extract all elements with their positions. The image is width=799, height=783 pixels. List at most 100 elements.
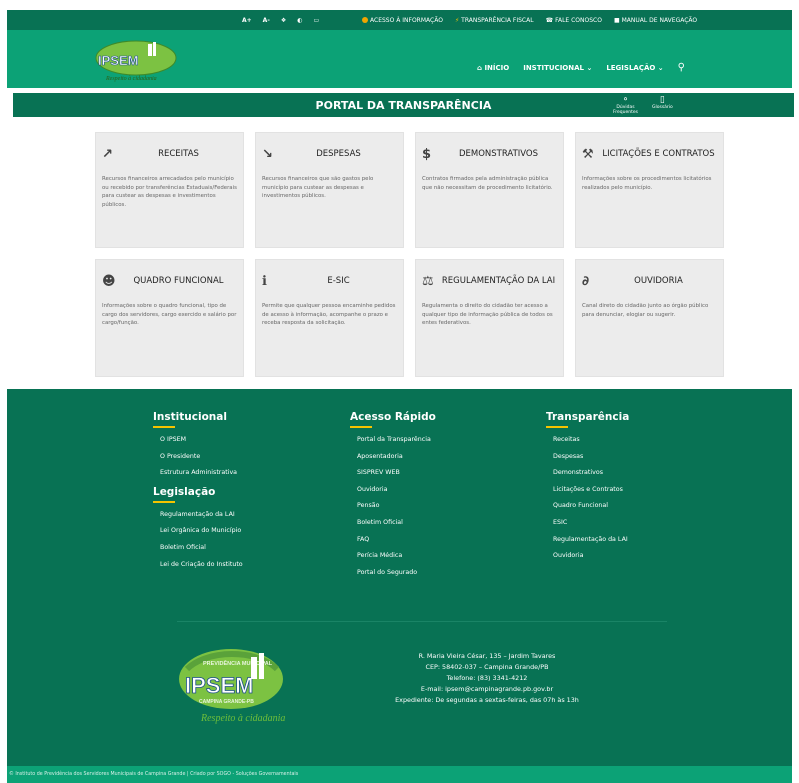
- address-phone: Telefone: (83) 3341-4212: [446, 674, 528, 682]
- link-label: MANUAL DE NAVEGAÇÃO: [621, 16, 698, 24]
- link-transparencia-fiscal[interactable]: ⚡ TRANSPARÊNCIA FISCAL: [455, 17, 534, 24]
- card-description: Contratos firmados pela administração pú…: [422, 176, 553, 191]
- chart-down-icon: ↘: [262, 146, 273, 162]
- footer-link[interactable]: O Presidente: [153, 449, 243, 466]
- ipsem-logo[interactable]: IPSEM Respeito à cidadania: [92, 38, 182, 84]
- link-acesso-informacao[interactable]: ACESSO À INFORMAÇÃO: [362, 17, 443, 24]
- footer-link[interactable]: Regulamentação da LAI: [546, 532, 629, 549]
- copyright-bar: © Instituto de Previdência dos Servidore…: [7, 766, 792, 783]
- site-header: IPSEM Respeito à cidadania ⌂ INÍCIO INST…: [7, 30, 792, 88]
- address-street: R. Maria Vieira César, 135 – Jardim Tava…: [418, 652, 556, 660]
- footer-logo-motto: Respeito à cidadania: [200, 713, 285, 724]
- users-icon: ☻: [102, 273, 116, 289]
- heading-underline: [153, 426, 175, 428]
- card-receitas[interactable]: ↗ RECEITAS Recursos financeiros arrecadad…: [95, 132, 244, 248]
- footer-link[interactable]: Licitações e Contratos: [546, 482, 629, 499]
- link-label: ACESSO À INFORMAÇÃO: [370, 16, 443, 24]
- nav-institucional[interactable]: INSTITUCIONAL ⌄: [523, 64, 592, 72]
- footer-link[interactable]: FAQ: [350, 532, 436, 549]
- faq-link[interactable]: ⚬ Dúvidas Frequentes: [613, 95, 638, 115]
- footer-logo-city: CAMPINA GRANDE-PB: [199, 699, 254, 705]
- chevron-down-icon: ⌄: [657, 63, 664, 72]
- footer-link[interactable]: Ouvidoria: [546, 548, 629, 565]
- footer-link[interactable]: Quadro Funcional: [546, 498, 629, 515]
- footer-link[interactable]: ESIC: [546, 515, 629, 532]
- font-increase-button[interactable]: A+: [242, 17, 252, 24]
- footer-link[interactable]: Pensão: [350, 498, 436, 515]
- readability-icon[interactable]: ▭: [313, 17, 319, 24]
- card-licitacoes[interactable]: ⚒ LICITAÇÕES E CONTRATOS Informações sobr…: [575, 132, 724, 248]
- footer-link[interactable]: Portal do Segurado: [350, 565, 436, 582]
- footer-link[interactable]: Estrutura Administrativa: [153, 465, 243, 482]
- card-title: E-SIC: [327, 275, 350, 286]
- footer-link[interactable]: O IPSEM: [153, 432, 243, 449]
- chart-up-icon: ↗: [102, 146, 113, 162]
- heading-underline: [153, 500, 175, 503]
- balance-scale-icon: ⚖: [422, 273, 434, 289]
- footer-link[interactable]: Boletim Oficial: [153, 540, 243, 557]
- footer-link[interactable]: Boletim Oficial: [350, 515, 436, 532]
- home-icon: ⌂: [477, 63, 483, 72]
- card-despesas[interactable]: ↘ DESPESAS Recursos financeiros que são g…: [255, 132, 404, 248]
- footer-link[interactable]: Demonstrativos: [546, 465, 629, 482]
- site-footer: Institucional O IPSEM O Presidente Estru…: [7, 389, 792, 783]
- page: A+ A- ❖ ◐ ▭ ACESSO À INFORMAÇÃO ⚡ TRANSPA…: [7, 0, 794, 783]
- footer-link[interactable]: SISPREV WEB: [350, 465, 436, 482]
- footer-link[interactable]: Perícia Médica: [350, 548, 436, 565]
- footer-link[interactable]: Receitas: [546, 432, 629, 449]
- card-regulamentacao-lai[interactable]: ⚖ REGULAMENTAÇÃO DA LAI Regulamenta o dir…: [415, 259, 564, 377]
- footer-link[interactable]: Ouvidoria: [350, 482, 436, 499]
- link-manual-navegacao[interactable]: ■ MANUAL DE NAVEGAÇÃO: [614, 17, 697, 24]
- card-title: LICITAÇÕES E CONTRATOS: [602, 148, 715, 159]
- footer-divider: [177, 621, 667, 622]
- card-description: Canal direto do cidadão junto ao órgão p…: [582, 303, 709, 318]
- footer-logo-name: IPSEM: [185, 673, 253, 698]
- address-email[interactable]: E-mail: ipsem@campinagrande.pb.gov.br: [337, 684, 637, 695]
- dollar-icon: $: [422, 146, 432, 162]
- footer-link[interactable]: Aposentadoria: [350, 449, 436, 466]
- footer-link[interactable]: Lei Orgânica do Município: [153, 523, 243, 540]
- card-esic[interactable]: ℹ E-SIC Permite que qualquer pessoa encam…: [255, 259, 404, 377]
- footer-link[interactable]: Regulamentação da LAI: [153, 507, 243, 524]
- chat-icon: ⚬: [621, 95, 630, 105]
- portal-bar: PORTAL DA TRANSPARÊNCIA ⚬ Dúvidas Freque…: [13, 93, 794, 117]
- sign-language-icon[interactable]: ❖: [281, 17, 286, 24]
- phone-icon: ☎: [545, 16, 554, 24]
- chevron-down-icon: ⌄: [586, 63, 593, 72]
- address-cep: CEP: 58402-037 – Campina Grande/PB: [425, 663, 549, 671]
- top-links: ACESSO À INFORMAÇÃO ⚡ TRANSPARÊNCIA FISCA…: [362, 17, 697, 24]
- book-icon: ▯: [659, 95, 665, 105]
- card-title: QUADRO FUNCIONAL: [133, 275, 224, 286]
- footer-heading: Institucional: [153, 411, 227, 423]
- footer-col-institucional: Institucional O IPSEM O Presidente Estru…: [153, 411, 243, 573]
- card-description: Recursos financeiros que são gastos pelo…: [262, 176, 374, 199]
- card-quadro-funcional[interactable]: ☻ QUADRO FUNCIONAL Informações sobre o qu…: [95, 259, 244, 377]
- footer-heading: Legislação: [153, 485, 216, 498]
- card-description: Recursos financeiros arrecadados pelo mu…: [102, 176, 237, 208]
- card-demonstrativos[interactable]: $ DEMONSTRATIVOS Contratos firmados pela …: [415, 132, 564, 248]
- card-title: DESPESAS: [316, 148, 361, 159]
- footer-heading: Transparência: [546, 411, 630, 423]
- nav-legislacao-label: LEGISLAÇÃO: [606, 63, 656, 72]
- card-title: DEMONSTRATIVOS: [458, 148, 539, 159]
- contrast-icon[interactable]: ◐: [297, 17, 302, 24]
- top-utility-bar: A+ A- ❖ ◐ ▭ ACESSO À INFORMAÇÃO ⚡ TRANSPA…: [7, 10, 792, 30]
- heading-underline: [350, 426, 372, 428]
- footer-heading: Acesso Rápido: [350, 411, 436, 423]
- footer-link[interactable]: Portal da Transparência: [350, 432, 436, 449]
- footer-link[interactable]: Lei de Criação do Instituto: [153, 557, 243, 574]
- search-icon[interactable]: ⚲: [678, 62, 685, 73]
- card-description: Informações sobre os procedimentos licit…: [582, 176, 712, 191]
- nav-home[interactable]: ⌂ INÍCIO: [477, 64, 509, 72]
- link-fale-conosco[interactable]: ☎ FALE CONOSCO: [546, 17, 602, 24]
- font-decrease-button[interactable]: A-: [263, 17, 270, 24]
- nav-legislacao[interactable]: LEGISLAÇÃO ⌄: [606, 64, 663, 72]
- glossary-link[interactable]: ▯ Glossário: [652, 95, 673, 115]
- book-icon: ■: [613, 16, 620, 24]
- card-ouvidoria[interactable]: ∂ OUVIDORIA Canal direto do cidadão junto…: [575, 259, 724, 377]
- gavel-icon: ⚒: [582, 146, 594, 162]
- bolt-icon: ⚡: [454, 16, 460, 24]
- link-label: TRANSPARÊNCIA FISCAL: [461, 16, 534, 24]
- heading-underline: [546, 426, 568, 428]
- footer-link[interactable]: Despesas: [546, 449, 629, 466]
